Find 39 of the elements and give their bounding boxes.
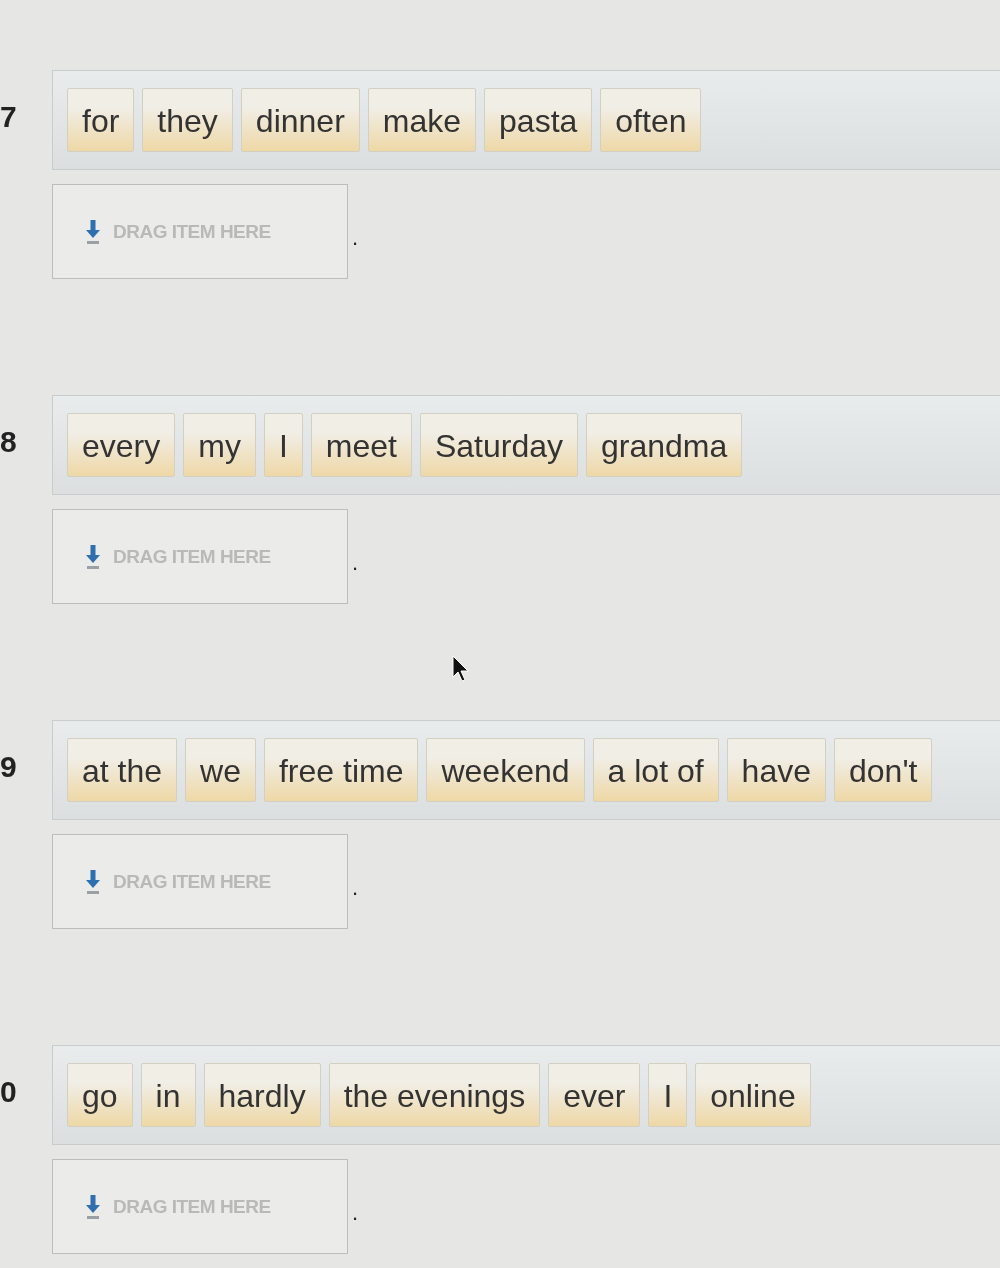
word-tile[interactable]: go bbox=[67, 1063, 133, 1127]
down-arrow-icon bbox=[85, 869, 101, 894]
word-tile[interactable]: pasta bbox=[484, 88, 593, 152]
down-arrow-icon bbox=[85, 219, 101, 244]
question-number: 7 bbox=[0, 100, 17, 134]
word-tile[interactable]: Saturday bbox=[419, 413, 578, 477]
question-number: 0 bbox=[0, 1075, 17, 1109]
word-tile[interactable]: make bbox=[367, 88, 477, 152]
down-arrow-icon bbox=[85, 1194, 101, 1219]
word-tile[interactable]: at the bbox=[67, 738, 178, 802]
word-tile[interactable]: online bbox=[695, 1063, 811, 1127]
word-tile[interactable]: don't bbox=[834, 738, 933, 802]
word-tile[interactable]: meet bbox=[310, 413, 412, 477]
word-tile[interactable]: every bbox=[67, 413, 176, 477]
word-tile[interactable]: free time bbox=[263, 738, 419, 802]
word-tile[interactable]: in bbox=[140, 1063, 196, 1127]
sentence-period: . bbox=[352, 227, 359, 249]
word-tile[interactable]: often bbox=[600, 88, 702, 152]
word-tile[interactable]: we bbox=[185, 738, 256, 802]
sentence-period: . bbox=[352, 1202, 359, 1224]
down-arrow-icon bbox=[85, 544, 101, 569]
mouse-pointer-icon bbox=[452, 655, 469, 682]
word-tile[interactable]: I bbox=[648, 1063, 688, 1127]
word-tile[interactable]: my bbox=[183, 413, 256, 477]
sentence-period: . bbox=[352, 552, 359, 574]
word-tile[interactable]: have bbox=[726, 738, 826, 802]
word-tile[interactable]: weekend bbox=[426, 738, 585, 802]
question-number: 9 bbox=[0, 750, 17, 784]
word-tile[interactable]: a lot of bbox=[592, 738, 719, 802]
word-tile[interactable]: for bbox=[67, 88, 135, 152]
word-tile[interactable]: grandma bbox=[586, 413, 743, 477]
word-tile[interactable]: I bbox=[263, 413, 303, 477]
word-tile[interactable]: ever bbox=[548, 1063, 641, 1127]
word-tile[interactable]: they bbox=[142, 88, 233, 152]
word-tile[interactable]: hardly bbox=[203, 1063, 321, 1127]
question-number: 8 bbox=[0, 425, 17, 459]
word-tile[interactable]: dinner bbox=[240, 88, 360, 152]
word-tile[interactable]: the evenings bbox=[328, 1063, 541, 1127]
sentence-period: . bbox=[352, 877, 359, 899]
